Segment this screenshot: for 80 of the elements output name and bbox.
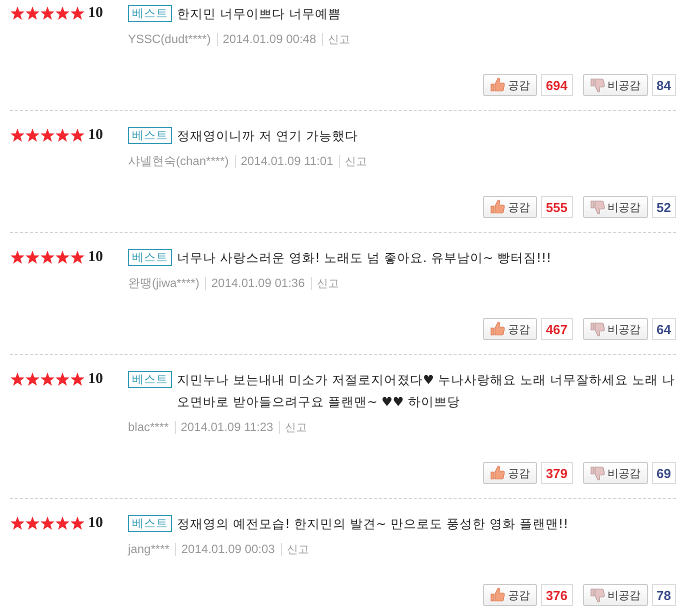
star-icon — [10, 372, 25, 386]
thumbs-up-icon — [490, 465, 505, 481]
star-icon — [10, 128, 25, 142]
star-icon — [40, 6, 55, 20]
star-icon — [55, 128, 70, 142]
thumbs-down-icon — [590, 199, 605, 215]
thumbs-down-icon — [590, 587, 605, 603]
star-icon — [40, 250, 55, 264]
author-name: blac**** — [128, 419, 169, 436]
thumbs-down-icon — [590, 321, 605, 337]
best-badge: 베스트 — [128, 5, 172, 22]
dislike-count: 69 — [652, 462, 676, 484]
score: 10 — [88, 126, 103, 144]
like-button[interactable]: 공감 — [482, 318, 537, 340]
star-icon — [55, 250, 70, 264]
dislike-count: 84 — [652, 74, 676, 96]
like-button[interactable]: 공감 — [482, 584, 537, 606]
star-icon — [70, 372, 85, 386]
star-icon — [10, 6, 25, 20]
author-name: 완땡(jiwa****) — [128, 275, 200, 292]
review-date: 2014.01.09 01:36 — [205, 276, 305, 290]
star-icon — [40, 128, 55, 142]
thumbs-up-icon — [490, 587, 505, 603]
star-icon — [70, 128, 85, 142]
review-text: 한지민 너무이쁘다 너무예쁨 — [177, 5, 342, 23]
like-count: 379 — [540, 462, 573, 484]
thumbs-down-icon — [590, 77, 605, 93]
score: 10 — [88, 514, 103, 532]
dislike-button[interactable]: 비공감 — [582, 584, 648, 606]
review-text: 지민누나 보는내내 미소가 저절로지어졌다♥ 누나사랑해요 노래 너무잘하세요 노래 나오면바로 받아들으려구요 플랜맨~ ♥♥ 하이쁘당 — [177, 371, 676, 411]
review-date: 2014.01.09 00:48 — [216, 32, 316, 46]
review-text: 정재영이니까 저 연기 가능했다 — [177, 127, 359, 145]
author-name: jang**** — [128, 541, 170, 558]
star-icon — [70, 6, 85, 20]
best-badge: 베스트 — [128, 127, 172, 144]
star-icon — [25, 372, 40, 386]
thumbs-up-icon — [490, 199, 505, 215]
best-badge: 베스트 — [128, 249, 172, 266]
score: 10 — [88, 370, 103, 388]
review-text: 정재영의 예전모습! 한지민의 발견~ 만으로도 풍성한 영화 플랜맨!! — [177, 515, 570, 533]
like-count: 555 — [540, 196, 573, 218]
star-icon — [55, 516, 70, 530]
dislike-button[interactable]: 비공감 — [582, 318, 648, 340]
dislike-count: 78 — [652, 584, 676, 606]
best-badge: 베스트 — [128, 515, 172, 532]
like-button[interactable]: 공감 — [482, 74, 537, 96]
star-icon — [55, 6, 70, 20]
star-icon — [10, 516, 25, 530]
like-button[interactable]: 공감 — [482, 196, 537, 218]
like-count: 467 — [540, 318, 573, 340]
best-badge: 베스트 — [128, 371, 172, 388]
score: 10 — [88, 248, 103, 266]
star-icon — [10, 250, 25, 264]
star-icon — [40, 372, 55, 386]
star-icon — [25, 250, 40, 264]
dislike-count: 64 — [652, 318, 676, 340]
star-icon — [70, 250, 85, 264]
review-text: 너무나 사랑스러운 영화! 노래도 넘 좋아요. 유부남이~ 빵터짐!!! — [177, 249, 552, 267]
score: 10 — [88, 4, 103, 22]
dislike-button[interactable]: 비공감 — [582, 462, 648, 484]
thumbs-down-icon — [590, 465, 605, 481]
star-icon — [40, 516, 55, 530]
author-name: YSSC(dudt****) — [128, 31, 211, 48]
like-count: 694 — [540, 74, 573, 96]
review-date: 2014.01.09 11:23 — [174, 420, 274, 434]
thumbs-up-icon — [490, 77, 505, 93]
like-button[interactable]: 공감 — [482, 462, 537, 484]
star-icon — [25, 6, 40, 20]
star-icon — [25, 516, 40, 530]
dislike-button[interactable]: 비공감 — [582, 196, 648, 218]
thumbs-up-icon — [490, 321, 505, 337]
star-icon — [70, 516, 85, 530]
author-name: 샤넬현숙(chan****) — [128, 153, 229, 170]
dislike-count: 52 — [652, 196, 676, 218]
star-icon — [25, 128, 40, 142]
star-icon — [55, 372, 70, 386]
dislike-button[interactable]: 비공감 — [582, 74, 648, 96]
review-date: 2014.01.09 11:01 — [234, 154, 334, 168]
like-count: 376 — [540, 584, 573, 606]
review-date: 2014.01.09 00:03 — [175, 542, 275, 556]
